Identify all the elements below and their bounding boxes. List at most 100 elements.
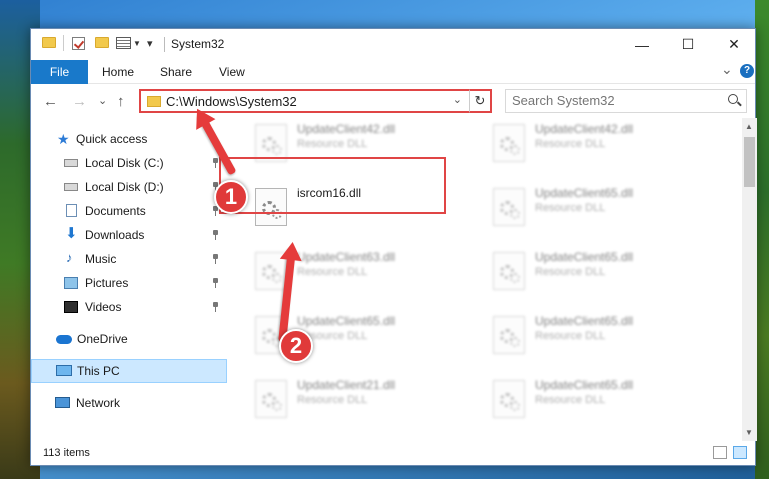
scroll-down-icon[interactable]: ▼ <box>745 428 753 437</box>
file-explorer-window: ▼ ▾ System32 — ☐ ✕ File Home Share View … <box>30 28 757 466</box>
address-bar[interactable]: C:\Windows\System32 ⌄ <box>139 89 492 113</box>
scroll-up-icon[interactable]: ▲ <box>745 122 753 131</box>
minimize-button[interactable]: — <box>619 29 665 60</box>
onedrive-icon <box>56 335 72 344</box>
file-item[interactable]: UpdateClient65.dll Resource DLL <box>483 182 698 232</box>
file-type: Resource DLL <box>535 138 606 150</box>
dll-file-icon <box>493 316 525 354</box>
sidebar-item-pictures[interactable]: Pictures <box>31 271 227 295</box>
pin-icon[interactable] <box>212 278 220 288</box>
customize-toolbar-chevron-icon[interactable]: ▾ <box>147 37 153 50</box>
sidebar-item-videos[interactable]: Videos <box>31 295 227 319</box>
address-dropdown-chevron-icon[interactable]: ⌄ <box>453 93 462 106</box>
file-name: UpdateClient65.dll <box>297 314 396 328</box>
file-name: UpdateClient65.dll <box>535 186 634 200</box>
file-type: Resource DLL <box>297 394 368 406</box>
properties-check-icon[interactable] <box>72 37 85 50</box>
dll-file-icon <box>493 252 525 290</box>
tab-file[interactable]: File <box>31 60 88 84</box>
file-item[interactable]: UpdateClient42.dll Resource DLL <box>483 118 698 168</box>
search-input[interactable] <box>512 93 712 108</box>
disk-icon <box>64 183 78 191</box>
pin-icon[interactable] <box>212 302 220 312</box>
file-item[interactable]: UpdateClient21.dll Resource DLL <box>245 374 460 424</box>
navigation-bar: ← → ⌄ ↑ C:\Windows\System32 ⌄ ↻ <box>31 84 755 118</box>
sidebar-item-label: Pictures <box>85 276 129 290</box>
sidebar-item-local-disk-c[interactable]: Local Disk (C:) <box>31 151 227 175</box>
sidebar-item-downloads[interactable]: ⬇ Downloads <box>31 223 227 247</box>
expand-ribbon-icon[interactable]: ⌄ <box>721 61 733 78</box>
file-item[interactable]: UpdateClient65.dll Resource DLL <box>483 374 698 424</box>
sidebar-item-label: OneDrive <box>77 332 128 346</box>
scroll-thumb[interactable] <box>744 137 755 187</box>
title-separator <box>164 37 165 52</box>
search-icon[interactable] <box>728 94 738 104</box>
file-name: UpdateClient21.dll <box>297 378 396 392</box>
file-type: Resource DLL <box>297 138 368 150</box>
recent-locations-chevron-icon[interactable]: ⌄ <box>98 94 107 107</box>
file-item[interactable]: UpdateClient65.dll Resource DLL <box>245 310 460 360</box>
sidebar-item-music[interactable]: ♪ Music <box>31 247 227 271</box>
folder-icon[interactable] <box>42 37 56 48</box>
help-icon[interactable]: ? <box>740 64 754 78</box>
item-count: 113 items <box>43 447 90 459</box>
sidebar-item-label: Music <box>85 252 117 266</box>
sidebar-item-onedrive[interactable]: OneDrive <box>31 327 227 351</box>
new-folder-icon[interactable] <box>95 37 109 48</box>
file-type: Resource DLL <box>535 266 606 278</box>
sidebar-item-this-pc[interactable]: This PC <box>31 359 227 383</box>
sidebar-item-documents[interactable]: Documents <box>31 199 227 223</box>
videos-icon <box>64 301 78 313</box>
file-item[interactable]: UpdateClient63.dll Resource DLL <box>245 246 460 296</box>
file-type: Resource DLL <box>535 202 606 214</box>
large-icons-view-icon[interactable] <box>733 446 747 459</box>
sidebar-item-label: Local Disk (C:) <box>85 156 164 170</box>
tab-view[interactable]: View <box>219 60 245 84</box>
file-item[interactable]: UpdateClient65.dll Resource DLL <box>483 310 698 360</box>
refresh-button[interactable]: ↻ <box>469 89 492 113</box>
folder-icon <box>147 96 161 107</box>
tab-home[interactable]: Home <box>102 60 134 84</box>
sidebar-item-local-disk-d[interactable]: Local Disk (D:) <box>31 175 227 199</box>
vertical-scrollbar[interactable]: ▲ ▼ <box>742 118 757 441</box>
sidebar-item-quick-access[interactable]: ★ Quick access <box>31 127 227 151</box>
up-button[interactable]: ↑ <box>117 93 125 110</box>
tab-share[interactable]: Share <box>160 60 192 84</box>
sidebar-item-label: Downloads <box>85 228 145 242</box>
file-highlight-box <box>219 157 446 214</box>
sidebar-item-label: This PC <box>77 364 120 378</box>
pin-icon[interactable] <box>212 254 220 264</box>
dll-file-icon <box>493 380 525 418</box>
file-name: UpdateClient65.dll <box>535 314 634 328</box>
sidebar-item-network[interactable]: Network <box>31 391 227 415</box>
pin-icon[interactable] <box>212 230 220 240</box>
forward-button[interactable]: → <box>72 93 87 110</box>
sidebar-item-label: Local Disk (D:) <box>85 180 164 194</box>
sidebar-item-label: Network <box>76 396 121 410</box>
search-box[interactable] <box>505 89 747 113</box>
file-name: UpdateClient42.dll <box>297 122 396 136</box>
maximize-button[interactable]: ☐ <box>665 29 711 60</box>
chevron-down-icon[interactable]: ▼ <box>133 39 141 48</box>
file-name: UpdateClient63.dll <box>297 250 396 264</box>
navigation-pane: ★ Quick access Local Disk (C:) Local Dis… <box>31 118 227 441</box>
back-button[interactable]: ← <box>43 93 58 110</box>
file-type: Resource DLL <box>297 266 368 278</box>
view-options-icon[interactable] <box>116 37 131 49</box>
file-name: UpdateClient42.dll <box>535 122 634 136</box>
file-type: Resource DLL <box>535 394 606 406</box>
close-button[interactable]: ✕ <box>711 29 757 60</box>
title-bar: ▼ ▾ System32 — ☐ ✕ <box>31 29 755 60</box>
disk-icon <box>64 159 78 167</box>
file-type: Resource DLL <box>535 330 606 342</box>
window-title: System32 <box>171 37 225 51</box>
address-path[interactable]: C:\Windows\System32 <box>166 94 297 109</box>
file-item[interactable]: UpdateClient65.dll Resource DLL <box>483 246 698 296</box>
toolbar-divider <box>63 35 64 51</box>
network-icon <box>55 397 70 408</box>
sidebar-item-label: Documents <box>85 204 146 218</box>
sidebar-item-label: Videos <box>85 300 122 314</box>
documents-icon <box>66 204 77 217</box>
details-view-icon[interactable] <box>713 446 727 459</box>
dll-file-icon <box>493 124 525 162</box>
